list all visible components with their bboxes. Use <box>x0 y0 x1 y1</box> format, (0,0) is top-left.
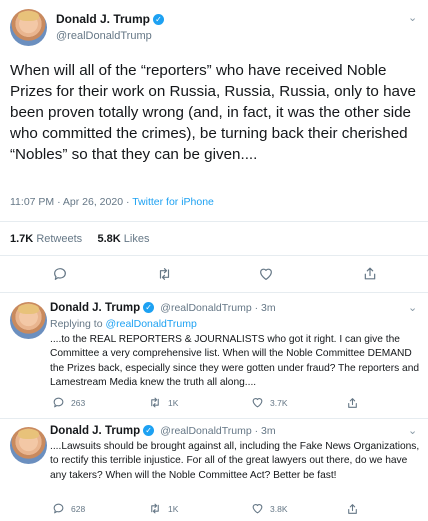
tweet-text: When will all of the “reporters” who hav… <box>10 62 417 163</box>
retweets-stat[interactable]: 1.7K Retweets <box>10 233 82 245</box>
chevron-down-icon[interactable]: ⌄ <box>408 424 417 437</box>
divider <box>0 292 428 293</box>
like-action[interactable]: 3.7K <box>251 396 288 409</box>
reply-action[interactable]: 628 <box>52 502 85 515</box>
author-handle[interactable]: @realDonaldTrump <box>56 30 152 42</box>
reply-handle-time[interactable]: @realDonaldTrump · 3m <box>160 425 275 437</box>
retweet-action[interactable]: 1K <box>148 502 178 515</box>
tweet-source[interactable]: Twitter for iPhone <box>132 196 214 208</box>
reply-count: 628 <box>71 503 86 514</box>
retweet-icon <box>151 397 159 408</box>
author-name[interactable]: Donald J. Trump ✓ <box>56 12 165 26</box>
tweet-meta: 11:07 PM · Apr 26, 2020 · Twitter for iP… <box>10 196 214 208</box>
reply-text: ....to the REAL REPORTERS & JOURNALISTS … <box>50 334 420 389</box>
replying-to: Replying to @realDonaldTrump <box>50 318 197 330</box>
likes-label: Likes <box>123 233 150 245</box>
retweet-icon <box>151 503 159 514</box>
share-icon[interactable] <box>362 265 378 282</box>
retweets-label: Retweets <box>36 233 83 245</box>
verified-badge-icon: ✓ <box>153 14 165 26</box>
reply-handle-time[interactable]: @realDonaldTrump · 3m <box>160 302 275 314</box>
heart-icon <box>252 504 263 514</box>
share-icon[interactable] <box>346 502 359 516</box>
heart-icon <box>252 398 263 408</box>
tweet-stats: 1.7K Retweets 5.8K Likes <box>10 233 149 245</box>
reply-text: ....Lawsuits should be brought against a… <box>50 441 420 481</box>
chevron-down-icon[interactable]: ⌄ <box>408 11 417 24</box>
divider <box>0 418 428 419</box>
reply-author[interactable]: Donald J. Trump ✓ @realDonaldTrump · 3m <box>50 425 276 437</box>
share-icon[interactable] <box>346 396 359 410</box>
heart-icon[interactable] <box>258 266 274 282</box>
reply-icon <box>53 397 64 408</box>
tweet-timestamp[interactable]: 11:07 PM · Apr 26, 2020 · <box>10 196 132 208</box>
retweet-count: 1K <box>168 503 179 514</box>
reply-avatar[interactable] <box>10 302 47 339</box>
likes-count: 5.8K <box>97 233 121 245</box>
author-name-text: Donald J. Trump <box>56 12 151 26</box>
divider <box>0 221 428 222</box>
reply-action[interactable]: 263 <box>52 396 85 409</box>
like-action[interactable]: 3.8K <box>251 502 288 515</box>
reply-author-name: Donald J. Trump <box>50 425 141 437</box>
author-avatar[interactable] <box>10 9 47 46</box>
reply-icon <box>53 503 64 514</box>
reply-count: 263 <box>71 397 86 408</box>
likes-stat[interactable]: 5.8K Likes <box>97 233 149 245</box>
like-count: 3.8K <box>270 503 288 514</box>
retweet-icon[interactable] <box>156 266 173 282</box>
retweet-count: 1K <box>168 397 179 408</box>
replying-label: Replying to <box>50 318 106 330</box>
retweet-action[interactable]: 1K <box>148 396 178 409</box>
reply-icon[interactable] <box>52 266 68 282</box>
reply-author[interactable]: Donald J. Trump ✓ @realDonaldTrump · 3m <box>50 302 276 314</box>
verified-badge-icon: ✓ <box>143 302 155 314</box>
reply-author-name: Donald J. Trump <box>50 302 141 314</box>
replying-handle[interactable]: @realDonaldTrump <box>105 318 196 330</box>
like-count: 3.7K <box>270 397 288 408</box>
retweets-count: 1.7K <box>10 233 34 245</box>
divider <box>0 255 428 256</box>
chevron-down-icon[interactable]: ⌄ <box>408 301 417 314</box>
verified-badge-icon: ✓ <box>143 425 155 437</box>
reply-avatar[interactable] <box>10 427 47 464</box>
